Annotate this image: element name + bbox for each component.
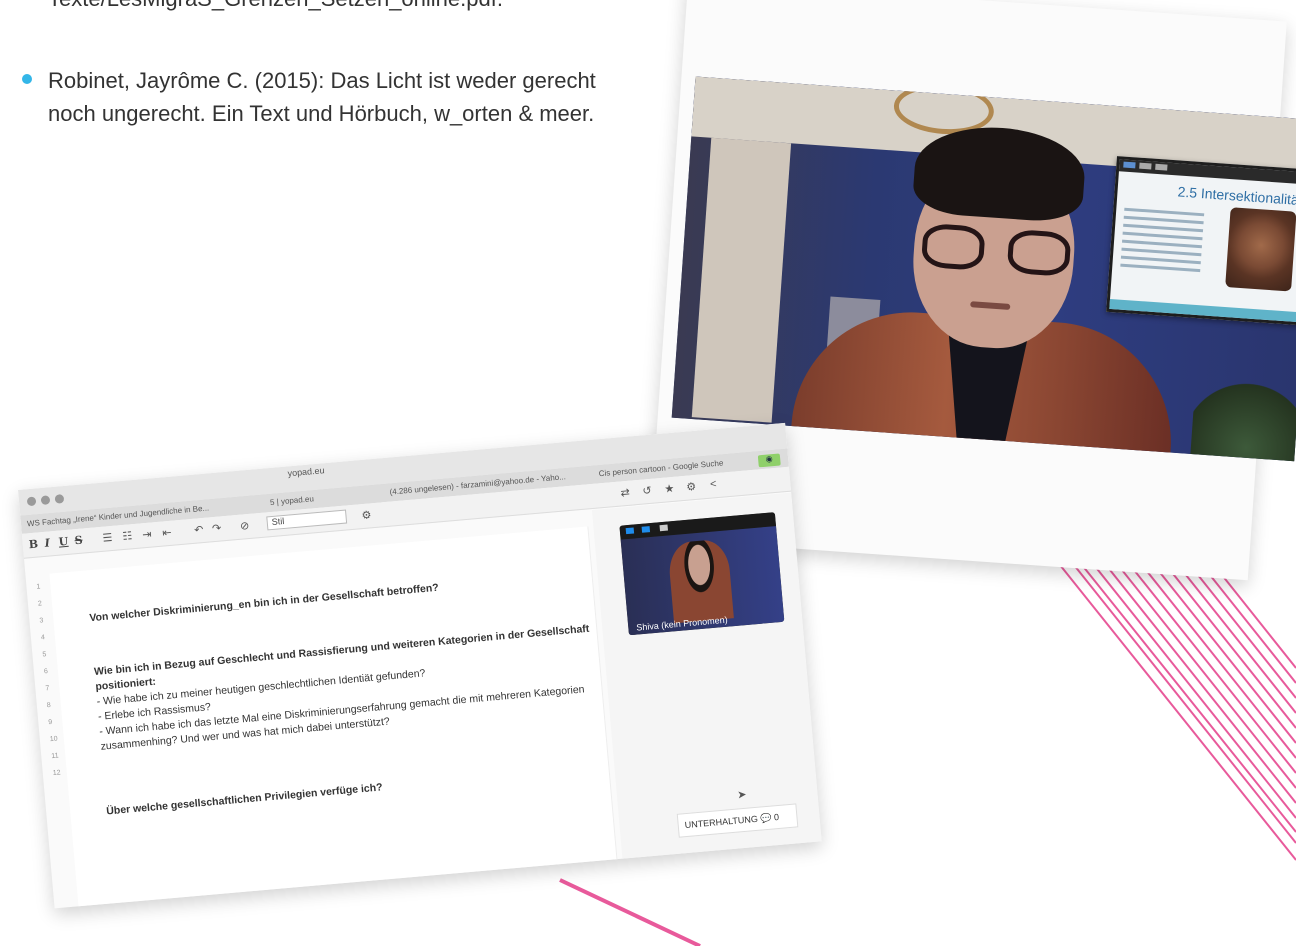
- share-icon[interactable]: <: [710, 478, 717, 491]
- bold-button[interactable]: B: [28, 537, 38, 551]
- slide-portrait-image: [1225, 207, 1296, 292]
- settings-icon[interactable]: ⚙: [361, 508, 372, 522]
- style-select[interactable]: Stil: [266, 509, 348, 531]
- slide-title: 2.5 Intersektionalität: [1177, 183, 1296, 209]
- video-frame: 2.5 Intersektionalität: [671, 76, 1296, 462]
- bullet-icon: [22, 74, 32, 84]
- chat-bubble-icon: 💬: [759, 812, 775, 824]
- mini-video[interactable]: Shiva (kein Pronomen): [619, 512, 785, 636]
- doc-line-3[interactable]: positioniert:: [95, 676, 156, 693]
- chat-label: UNTERHALTUNG: [684, 813, 759, 831]
- doc-line-2[interactable]: Wie bin ich in Bezug auf Geschlecht und …: [94, 623, 590, 678]
- window-controls[interactable]: [26, 494, 65, 507]
- chat-count: 0: [773, 811, 780, 823]
- users-button[interactable]: ◉: [757, 453, 781, 468]
- plant-image: [1187, 372, 1296, 462]
- reference-text: Robinet, Jayrôme C. (2015): Das Licht is…: [48, 68, 596, 126]
- clear-format-icon[interactable]: ⊘: [239, 519, 250, 533]
- tab-yopad[interactable]: 5 | yopad.eu: [270, 494, 315, 507]
- pad-screenshot-card: yopad.eu WS Fachtag „Irene“ Kinder und J…: [18, 422, 822, 909]
- redo-icon[interactable]: ↷: [212, 521, 222, 535]
- url-bar[interactable]: yopad.eu: [287, 465, 325, 478]
- indent-icon[interactable]: ⇥: [142, 528, 152, 542]
- gear-icon[interactable]: ⚙: [686, 480, 697, 494]
- star-icon[interactable]: ★: [664, 482, 675, 496]
- undo-icon[interactable]: ↶: [194, 523, 204, 537]
- list-icon[interactable]: ☰: [102, 531, 113, 545]
- presentation-slide: 2.5 Intersektionalität: [1106, 156, 1296, 326]
- doc-line-8[interactable]: Über welche gesellschaftlichen Privilegi…: [106, 781, 383, 817]
- outdent-icon[interactable]: ⇤: [162, 526, 172, 540]
- document-area[interactable]: Von welcher Diskriminierung_en bin ich i…: [49, 526, 620, 909]
- doc-line-1[interactable]: Von welcher Diskriminierung_en bin ich i…: [89, 582, 439, 624]
- italic-button[interactable]: I: [44, 536, 50, 549]
- underline-button[interactable]: U: [58, 535, 69, 549]
- history-icon[interactable]: ↺: [642, 484, 652, 498]
- cursor-icon: ➤: [736, 788, 748, 802]
- strike-button[interactable]: S: [74, 534, 83, 548]
- reference-url-line: Texte/LesMigraS_Grenzen_Setzen_online.pd…: [48, 0, 503, 12]
- ordered-list-icon[interactable]: ☷: [122, 529, 133, 543]
- sync-icon[interactable]: ⇄: [620, 486, 630, 500]
